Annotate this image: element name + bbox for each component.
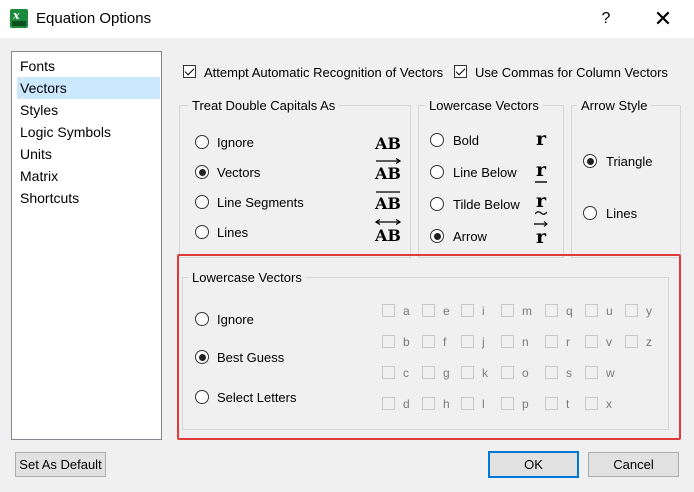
lowercase-bold-radio[interactable] — [430, 133, 444, 147]
r-arrow-mark-icon — [534, 221, 548, 227]
arrow-style-title: Arrow Style — [577, 98, 652, 113]
ab-line-double-arrow-icon — [375, 219, 401, 225]
app-icon: x — [10, 9, 28, 28]
ab-plain-symbol: AB — [375, 134, 401, 153]
category-item-units[interactable]: Units — [17, 143, 160, 165]
arrow-style-triangle-label: Triangle — [606, 154, 653, 169]
r-underline-bar-icon — [535, 181, 547, 183]
column-commas-checkbox[interactable] — [454, 65, 467, 78]
ab-line-symbol: AB — [375, 226, 401, 245]
auto-recognition-checkbox[interactable] — [183, 65, 196, 78]
category-item-logic-symbols[interactable]: Logic Symbols — [17, 121, 160, 143]
r-underline-symbol: r — [536, 159, 547, 181]
highlight-rectangle — [177, 254, 681, 440]
column-commas-label: Use Commas for Column Vectors — [475, 65, 668, 80]
double-capitals-ignore-radio[interactable] — [195, 135, 209, 149]
double-capitals-title: Treat Double Capitals As — [188, 98, 340, 113]
ab-segment-symbol: AB — [375, 194, 401, 213]
ab-segment-bar-icon — [376, 191, 400, 193]
lowercase-line-below-label: Line Below — [453, 165, 517, 180]
window-title: Equation Options — [36, 10, 152, 27]
r-arrow-symbol: r — [536, 226, 547, 248]
lowercase-bold-label: Bold — [453, 133, 480, 148]
double-capitals-vectors-radio[interactable] — [195, 165, 209, 179]
cancel-button[interactable]: Cancel — [588, 452, 679, 477]
close-button[interactable]: ✕ — [648, 7, 678, 31]
lowercase-tilde-below-radio[interactable] — [430, 197, 444, 211]
ok-button[interactable]: OK — [488, 451, 579, 478]
category-item-vectors[interactable]: Vectors — [17, 77, 160, 99]
r-bold-symbol: r — [536, 128, 547, 150]
lowercase-line-below-radio[interactable] — [430, 165, 444, 179]
category-item-matrix[interactable]: Matrix — [17, 165, 160, 187]
ab-vector-arrow-icon — [376, 158, 401, 164]
auto-recognition-label: Attempt Automatic Recognition of Vectors — [204, 65, 444, 80]
lowercase-arrow-radio[interactable] — [430, 229, 444, 243]
set-as-default-button[interactable]: Set As Default — [15, 452, 106, 477]
arrow-style-lines-label: Lines — [606, 206, 638, 221]
double-capitals-line-segments-label: Line Segments — [217, 195, 304, 210]
r-tilde-symbol: r — [536, 190, 547, 212]
category-item-fonts[interactable]: Fonts — [17, 55, 160, 77]
lowercase-tilde-below-label: Tilde Below — [453, 197, 520, 212]
arrow-style-triangle-radio[interactable] — [583, 154, 597, 168]
double-capitals-vectors-label: Vectors — [217, 165, 261, 180]
double-capitals-lines-label: Lines — [217, 225, 249, 240]
ab-vector-symbol: AB — [375, 164, 401, 183]
category-item-shortcuts[interactable]: Shortcuts — [17, 187, 160, 209]
category-list: Fonts Vectors Styles Logic Symbols Units… — [11, 51, 162, 440]
help-button[interactable]: ? — [591, 7, 621, 31]
double-capitals-lines-radio[interactable] — [195, 225, 209, 239]
r-tilde-mark-icon — [535, 211, 547, 215]
double-capitals-line-segments-radio[interactable] — [195, 195, 209, 209]
category-item-styles[interactable]: Styles — [17, 99, 160, 121]
lowercase-arrow-label: Arrow — [453, 229, 487, 244]
arrow-style-group — [571, 105, 681, 258]
arrow-style-lines-radio[interactable] — [583, 206, 597, 220]
lowercase-format-title: Lowercase Vectors — [425, 98, 543, 113]
double-capitals-ignore-label: Ignore — [217, 135, 254, 150]
